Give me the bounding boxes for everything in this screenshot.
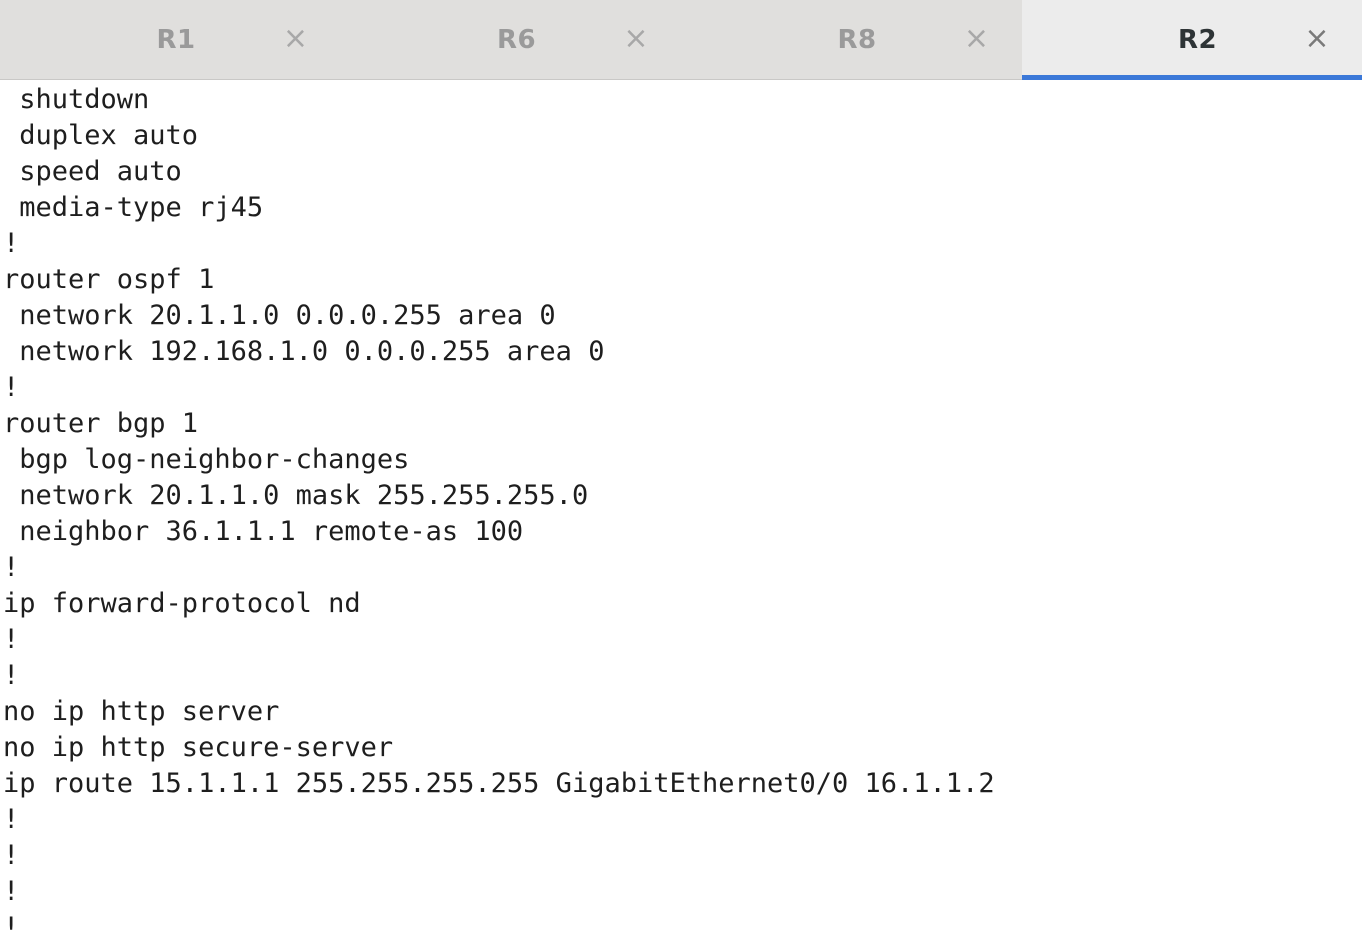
terminal-line: ip forward-protocol nd — [3, 588, 361, 619]
tab-r1[interactable]: R1 × — [0, 0, 341, 79]
terminal-line: ! — [3, 804, 20, 835]
terminal-line: router ospf 1 — [3, 264, 215, 295]
terminal-line: no ip http secure-server — [3, 732, 394, 763]
terminal-line: network 20.1.1.0 0.0.0.255 area 0 — [3, 300, 556, 331]
terminal-line: ! — [3, 372, 20, 403]
terminal-line: ! — [3, 228, 20, 259]
terminal-line: ! — [3, 912, 20, 930]
terminal-line: shutdown — [3, 84, 150, 115]
terminal-line: bgp log-neighbor-changes — [3, 444, 410, 475]
close-icon[interactable]: × — [281, 24, 311, 54]
terminal-line: ! — [3, 660, 20, 691]
terminal-line: network 20.1.1.0 mask 255.255.255.0 — [3, 480, 589, 511]
terminal-line: ! — [3, 840, 20, 871]
tab-r6[interactable]: R6 × — [341, 0, 682, 79]
terminal-line: speed auto — [3, 156, 182, 187]
terminal-line: ip route 15.1.1.1 255.255.255.255 Gigabi… — [3, 768, 995, 799]
terminal-line: duplex auto — [3, 120, 199, 151]
close-icon[interactable]: × — [962, 24, 992, 54]
terminal-line: ! — [3, 552, 20, 583]
close-icon[interactable]: × — [1302, 24, 1332, 54]
terminal-line: no ip http server — [3, 696, 280, 727]
terminal-output[interactable]: shutdown duplex auto speed auto media-ty… — [0, 82, 1362, 930]
tab-bar: R1 × R6 × R8 × R2 × — [0, 0, 1362, 80]
terminal-line: network 192.168.1.0 0.0.0.255 area 0 — [3, 336, 605, 367]
terminal-line: media-type rj45 — [3, 192, 264, 223]
tab-r2[interactable]: R2 × — [1021, 0, 1362, 80]
tab-r8[interactable]: R8 × — [681, 0, 1022, 79]
terminal-line: ! — [3, 624, 20, 655]
terminal-line: ! — [3, 876, 20, 907]
terminal-line: neighbor 36.1.1.1 remote-as 100 — [3, 516, 524, 547]
close-icon[interactable]: × — [621, 24, 651, 54]
terminal-line: router bgp 1 — [3, 408, 199, 439]
